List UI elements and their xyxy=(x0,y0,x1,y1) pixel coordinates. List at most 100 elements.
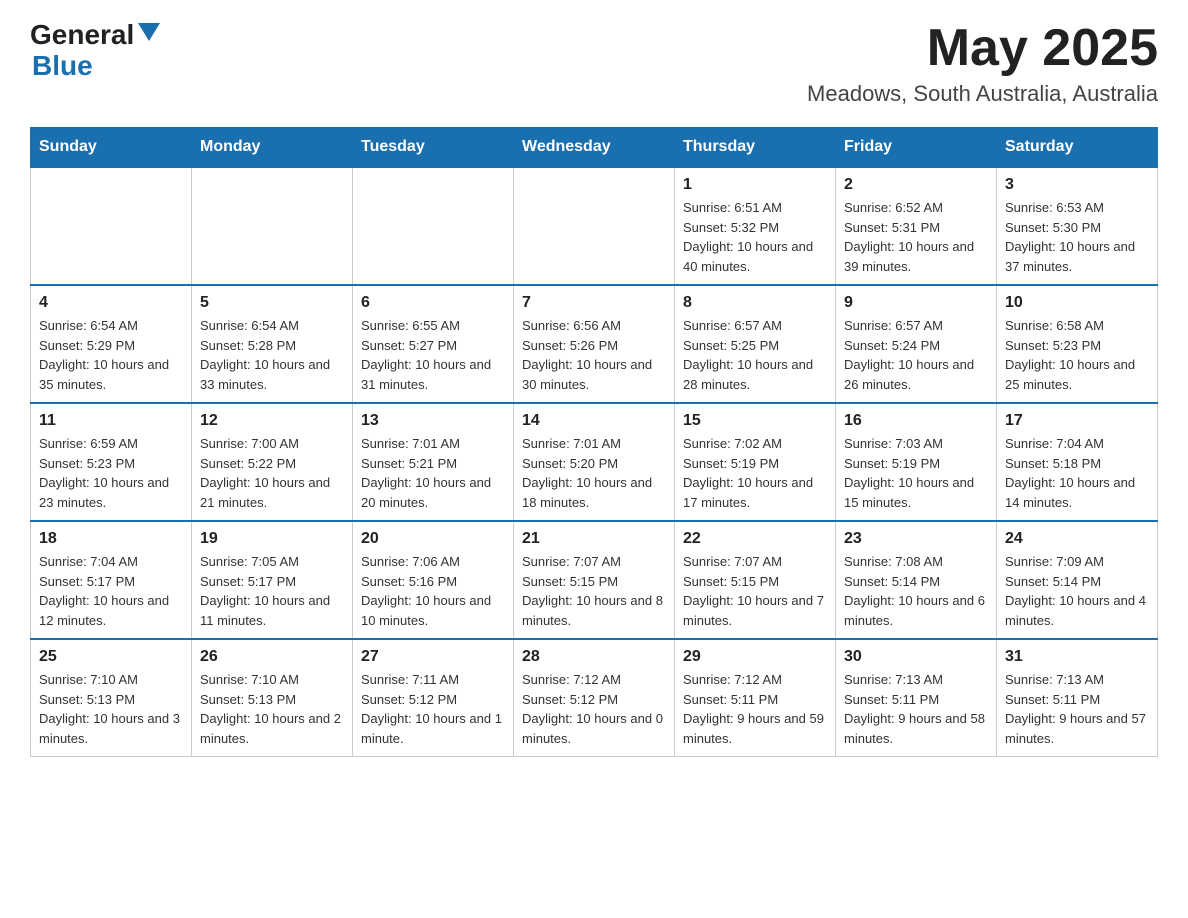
day-info: Sunrise: 7:12 AMSunset: 5:12 PMDaylight:… xyxy=(522,670,666,748)
day-info: Sunrise: 7:11 AMSunset: 5:12 PMDaylight:… xyxy=(361,670,505,748)
day-info: Sunrise: 7:10 AMSunset: 5:13 PMDaylight:… xyxy=(39,670,183,748)
day-number: 19 xyxy=(200,530,344,548)
day-number: 9 xyxy=(844,294,988,312)
calendar-cell: 11Sunrise: 6:59 AMSunset: 5:23 PMDayligh… xyxy=(31,403,192,521)
day-number: 20 xyxy=(361,530,505,548)
day-info: Sunrise: 6:52 AMSunset: 5:31 PMDaylight:… xyxy=(844,198,988,276)
calendar-cell: 6 Sunrise: 6:55 AMSunset: 5:27 PMDaylight… xyxy=(353,285,514,403)
day-number: 14 xyxy=(522,412,666,430)
day-info: Sunrise: 6:54 AMSunset: 5:28 PMDaylight:… xyxy=(200,316,344,394)
logo-general-text: General xyxy=(30,20,134,51)
day-number: 26 xyxy=(200,648,344,666)
day-number: 21 xyxy=(522,530,666,548)
column-header-tuesday: Tuesday xyxy=(353,128,514,168)
day-info: Sunrise: 7:01 AMSunset: 5:20 PMDaylight:… xyxy=(522,434,666,512)
column-header-wednesday: Wednesday xyxy=(514,128,675,168)
calendar-header-row: SundayMondayTuesdayWednesdayThursdayFrid… xyxy=(31,128,1158,168)
calendar-cell: 16Sunrise: 7:03 AMSunset: 5:19 PMDayligh… xyxy=(836,403,997,521)
day-info: Sunrise: 6:56 AMSunset: 5:26 PMDaylight:… xyxy=(522,316,666,394)
header-right: May 2025 Meadows, South Australia, Austr… xyxy=(807,20,1158,107)
day-number: 1 xyxy=(683,176,827,194)
day-info: Sunrise: 7:07 AMSunset: 5:15 PMDaylight:… xyxy=(683,552,827,630)
calendar-cell: 26 Sunrise: 7:10 AMSunset: 5:13 PMDayligh… xyxy=(192,639,353,757)
day-info: Sunrise: 7:13 AMSunset: 5:11 PMDaylight:… xyxy=(1005,670,1149,748)
day-number: 25 xyxy=(39,648,183,666)
day-number: 17 xyxy=(1005,412,1149,430)
day-info: Sunrise: 7:04 AMSunset: 5:17 PMDaylight:… xyxy=(39,552,183,630)
calendar-cell: 1 Sunrise: 6:51 AMSunset: 5:32 PMDaylight… xyxy=(675,167,836,285)
calendar-cell xyxy=(514,167,675,285)
page-header: General Blue May 2025 Meadows, South Aus… xyxy=(30,20,1158,107)
day-number: 15 xyxy=(683,412,827,430)
calendar-cell: 8 Sunrise: 6:57 AMSunset: 5:25 PMDaylight… xyxy=(675,285,836,403)
day-info: Sunrise: 7:13 AMSunset: 5:11 PMDaylight:… xyxy=(844,670,988,748)
calendar-week-row: 11Sunrise: 6:59 AMSunset: 5:23 PMDayligh… xyxy=(31,403,1158,521)
day-info: Sunrise: 7:08 AMSunset: 5:14 PMDaylight:… xyxy=(844,552,988,630)
calendar-cell: 10 Sunrise: 6:58 AMSunset: 5:23 PMDayligh… xyxy=(997,285,1158,403)
day-info: Sunrise: 6:55 AMSunset: 5:27 PMDaylight:… xyxy=(361,316,505,394)
day-number: 27 xyxy=(361,648,505,666)
calendar-cell: 17 Sunrise: 7:04 AMSunset: 5:18 PMDayligh… xyxy=(997,403,1158,521)
calendar-cell: 23 Sunrise: 7:08 AMSunset: 5:14 PMDayligh… xyxy=(836,521,997,639)
column-header-friday: Friday xyxy=(836,128,997,168)
column-header-thursday: Thursday xyxy=(675,128,836,168)
calendar-cell: 30 Sunrise: 7:13 AMSunset: 5:11 PMDayligh… xyxy=(836,639,997,757)
calendar-cell: 3Sunrise: 6:53 AMSunset: 5:30 PMDaylight… xyxy=(997,167,1158,285)
calendar-cell: 29 Sunrise: 7:12 AMSunset: 5:11 PMDayligh… xyxy=(675,639,836,757)
calendar-cell: 20 Sunrise: 7:06 AMSunset: 5:16 PMDayligh… xyxy=(353,521,514,639)
calendar-cell: 12 Sunrise: 7:00 AMSunset: 5:22 PMDayligh… xyxy=(192,403,353,521)
column-header-monday: Monday xyxy=(192,128,353,168)
calendar-cell: 9 Sunrise: 6:57 AMSunset: 5:24 PMDaylight… xyxy=(836,285,997,403)
day-number: 4 xyxy=(39,294,183,312)
day-number: 8 xyxy=(683,294,827,312)
day-info: Sunrise: 7:00 AMSunset: 5:22 PMDaylight:… xyxy=(200,434,344,512)
column-header-sunday: Sunday xyxy=(31,128,192,168)
day-info: Sunrise: 6:58 AMSunset: 5:23 PMDaylight:… xyxy=(1005,316,1149,394)
calendar-cell: 27 Sunrise: 7:11 AMSunset: 5:12 PMDayligh… xyxy=(353,639,514,757)
calendar-week-row: 1 Sunrise: 6:51 AMSunset: 5:32 PMDaylight… xyxy=(31,167,1158,285)
day-info: Sunrise: 6:51 AMSunset: 5:32 PMDaylight:… xyxy=(683,198,827,276)
calendar-cell: 2 Sunrise: 6:52 AMSunset: 5:31 PMDaylight… xyxy=(836,167,997,285)
calendar-cell xyxy=(31,167,192,285)
day-number: 16 xyxy=(844,412,988,430)
day-info: Sunrise: 7:09 AMSunset: 5:14 PMDaylight:… xyxy=(1005,552,1149,630)
day-number: 10 xyxy=(1005,294,1149,312)
day-number: 30 xyxy=(844,648,988,666)
calendar-week-row: 18Sunrise: 7:04 AMSunset: 5:17 PMDayligh… xyxy=(31,521,1158,639)
calendar-cell: 31Sunrise: 7:13 AMSunset: 5:11 PMDayligh… xyxy=(997,639,1158,757)
day-info: Sunrise: 6:54 AMSunset: 5:29 PMDaylight:… xyxy=(39,316,183,394)
day-number: 3 xyxy=(1005,176,1149,194)
calendar-cell: 7Sunrise: 6:56 AMSunset: 5:26 PMDaylight… xyxy=(514,285,675,403)
column-header-saturday: Saturday xyxy=(997,128,1158,168)
day-info: Sunrise: 7:01 AMSunset: 5:21 PMDaylight:… xyxy=(361,434,505,512)
day-info: Sunrise: 6:59 AMSunset: 5:23 PMDaylight:… xyxy=(39,434,183,512)
calendar-cell: 22 Sunrise: 7:07 AMSunset: 5:15 PMDayligh… xyxy=(675,521,836,639)
day-info: Sunrise: 7:10 AMSunset: 5:13 PMDaylight:… xyxy=(200,670,344,748)
calendar-cell: 18Sunrise: 7:04 AMSunset: 5:17 PMDayligh… xyxy=(31,521,192,639)
calendar-cell xyxy=(192,167,353,285)
day-number: 23 xyxy=(844,530,988,548)
calendar-cell: 14 Sunrise: 7:01 AMSunset: 5:20 PMDayligh… xyxy=(514,403,675,521)
day-number: 29 xyxy=(683,648,827,666)
calendar-cell: 19 Sunrise: 7:05 AMSunset: 5:17 PMDayligh… xyxy=(192,521,353,639)
logo-triangle-icon xyxy=(138,23,160,45)
logo-blue-text: Blue xyxy=(32,51,160,82)
calendar-cell: 13Sunrise: 7:01 AMSunset: 5:21 PMDayligh… xyxy=(353,403,514,521)
calendar-table: SundayMondayTuesdayWednesdayThursdayFrid… xyxy=(30,127,1158,757)
day-number: 6 xyxy=(361,294,505,312)
day-info: Sunrise: 7:12 AMSunset: 5:11 PMDaylight:… xyxy=(683,670,827,748)
day-info: Sunrise: 6:57 AMSunset: 5:25 PMDaylight:… xyxy=(683,316,827,394)
location-title: Meadows, South Australia, Australia xyxy=(807,81,1158,107)
day-number: 24 xyxy=(1005,530,1149,548)
day-info: Sunrise: 7:05 AMSunset: 5:17 PMDaylight:… xyxy=(200,552,344,630)
day-number: 2 xyxy=(844,176,988,194)
calendar-cell: 24 Sunrise: 7:09 AMSunset: 5:14 PMDayligh… xyxy=(997,521,1158,639)
day-info: Sunrise: 7:07 AMSunset: 5:15 PMDaylight:… xyxy=(522,552,666,630)
day-number: 22 xyxy=(683,530,827,548)
day-info: Sunrise: 6:57 AMSunset: 5:24 PMDaylight:… xyxy=(844,316,988,394)
day-info: Sunrise: 7:04 AMSunset: 5:18 PMDaylight:… xyxy=(1005,434,1149,512)
day-number: 12 xyxy=(200,412,344,430)
calendar-cell: 28Sunrise: 7:12 AMSunset: 5:12 PMDayligh… xyxy=(514,639,675,757)
day-info: Sunrise: 7:06 AMSunset: 5:16 PMDaylight:… xyxy=(361,552,505,630)
month-title: May 2025 xyxy=(807,20,1158,77)
